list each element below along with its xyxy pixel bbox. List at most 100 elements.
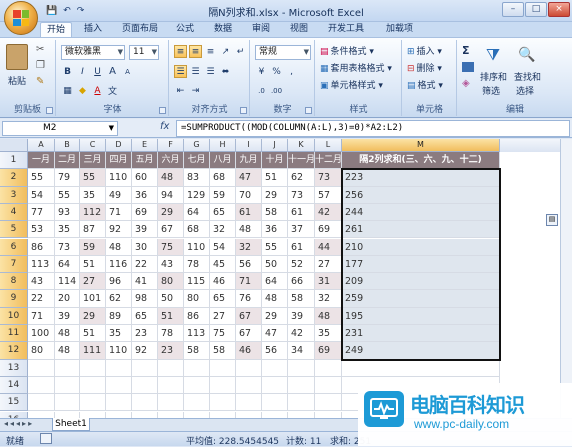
- font-color-icon[interactable]: A: [91, 84, 104, 97]
- align-bottom-icon[interactable]: ≡: [204, 45, 217, 58]
- cell-f12[interactable]: 23: [158, 342, 184, 360]
- cell-g14[interactable]: [184, 376, 210, 395]
- tab-insert[interactable]: 插入: [78, 22, 108, 38]
- decrease-indent-icon[interactable]: ⇤: [174, 84, 187, 97]
- tab-developer[interactable]: 开发工具: [322, 22, 370, 38]
- cell-d8[interactable]: 96: [106, 273, 132, 291]
- tab-view[interactable]: 视图: [284, 22, 314, 38]
- shrink-font-button[interactable]: A: [121, 65, 134, 78]
- cell-c14[interactable]: [80, 376, 106, 395]
- cell-d5[interactable]: 92: [106, 221, 132, 239]
- cell-e5[interactable]: 39: [132, 221, 158, 239]
- tab-formulas[interactable]: 公式: [170, 22, 200, 38]
- cell-f14[interactable]: [158, 376, 184, 395]
- cell-i13[interactable]: [236, 359, 262, 377]
- cell-k14[interactable]: [288, 376, 315, 395]
- cell-c10[interactable]: 29: [80, 307, 106, 325]
- cell-b7[interactable]: 64: [55, 255, 80, 274]
- cell-l2[interactable]: 73: [315, 169, 342, 187]
- cell-e6[interactable]: 30: [132, 238, 158, 256]
- cell-i1[interactable]: 九月: [236, 152, 262, 170]
- cell-g9[interactable]: 80: [184, 290, 210, 308]
- cell-h2[interactable]: 68: [210, 169, 236, 187]
- cell-h6[interactable]: 54: [210, 238, 236, 256]
- cell-g13[interactable]: [184, 359, 210, 377]
- cell-i8[interactable]: 71: [236, 273, 262, 291]
- cell-d3[interactable]: 49: [106, 186, 132, 204]
- tab-data[interactable]: 数据: [208, 22, 238, 38]
- cell-f8[interactable]: 80: [158, 273, 184, 291]
- name-box[interactable]: M2 ▼: [2, 121, 118, 136]
- cell-e10[interactable]: 65: [132, 307, 158, 325]
- cell-j11[interactable]: 47: [262, 325, 288, 343]
- row-header-12[interactable]: 12: [0, 342, 28, 360]
- cell-j1[interactable]: 十月: [262, 152, 288, 170]
- row-header-13[interactable]: 13: [0, 359, 28, 377]
- minimize-button[interactable]: –: [502, 2, 524, 17]
- cell-l7[interactable]: 27: [315, 255, 342, 274]
- sheet-tab-sheet1[interactable]: Sheet1: [52, 418, 90, 431]
- cell-c15[interactable]: [80, 394, 106, 412]
- sheet-nav-arrows[interactable]: ◂◂◂▸▸: [4, 419, 34, 428]
- font-name-select[interactable]: 微软雅黑 ▼: [61, 45, 125, 60]
- align-middle-icon[interactable]: ≡: [189, 45, 202, 58]
- cell-g11[interactable]: 113: [184, 325, 210, 343]
- cell-e8[interactable]: 41: [132, 273, 158, 291]
- cell-a7[interactable]: 113: [28, 255, 55, 274]
- clear-icon[interactable]: ◈: [462, 78, 470, 89]
- cell-i11[interactable]: 67: [236, 325, 262, 343]
- cell-l14[interactable]: [315, 376, 342, 395]
- format-painter-icon[interactable]: ✎: [36, 76, 44, 87]
- cell-d15[interactable]: [106, 394, 132, 412]
- cell-h9[interactable]: 65: [210, 290, 236, 308]
- find-select-label[interactable]: 查找和: [514, 70, 541, 83]
- cell-a9[interactable]: 22: [28, 290, 55, 308]
- cell-a3[interactable]: 54: [28, 186, 55, 204]
- cell-f5[interactable]: 67: [158, 221, 184, 239]
- bold-button[interactable]: B: [61, 65, 74, 78]
- sort-filter-label[interactable]: 排序和: [480, 70, 507, 83]
- cell-e7[interactable]: 22: [132, 255, 158, 274]
- cell-c8[interactable]: 27: [80, 273, 106, 291]
- grow-font-button[interactable]: A: [106, 65, 119, 78]
- comma-button[interactable]: ,: [285, 65, 298, 78]
- find-select-icon[interactable]: 🔍: [518, 44, 536, 66]
- row-header-2[interactable]: 2: [0, 169, 28, 187]
- cell-g7[interactable]: 78: [184, 255, 210, 274]
- cell-b5[interactable]: 35: [55, 221, 80, 239]
- percent-button[interactable]: %: [270, 65, 283, 78]
- cell-g5[interactable]: 68: [184, 221, 210, 239]
- cell-d12[interactable]: 110: [106, 342, 132, 360]
- cell-e4[interactable]: 69: [132, 203, 158, 222]
- cell-c12[interactable]: 111: [80, 342, 106, 360]
- cell-j7[interactable]: 50: [262, 255, 288, 274]
- cell-a13[interactable]: [28, 359, 55, 377]
- cell-h7[interactable]: 45: [210, 255, 236, 274]
- alignment-launcher[interactable]: [240, 107, 247, 114]
- decrease-decimal-icon[interactable]: .00: [270, 84, 283, 97]
- cell-c4[interactable]: 112: [80, 203, 106, 222]
- cell-b15[interactable]: [55, 394, 80, 412]
- cell-f2[interactable]: 48: [158, 169, 184, 187]
- cell-b6[interactable]: 73: [55, 238, 80, 256]
- cell-h4[interactable]: 65: [210, 203, 236, 222]
- align-right-icon[interactable]: ☰: [204, 65, 217, 78]
- font-size-select[interactable]: 11 ▼: [129, 45, 159, 60]
- cell-c3[interactable]: 35: [80, 186, 106, 204]
- tab-home[interactable]: 开始: [40, 22, 73, 38]
- cell-l3[interactable]: 57: [315, 186, 342, 204]
- cell-i10[interactable]: 67: [236, 307, 262, 325]
- cell-j6[interactable]: 55: [262, 238, 288, 256]
- cell-l9[interactable]: 32: [315, 290, 342, 308]
- delete-button[interactable]: ⊟ 删除 ▾: [407, 61, 442, 74]
- tab-review[interactable]: 审阅: [246, 22, 276, 38]
- font-launcher[interactable]: [159, 107, 166, 114]
- cell-k2[interactable]: 62: [288, 169, 315, 187]
- cell-h13[interactable]: [210, 359, 236, 377]
- cell-b3[interactable]: 55: [55, 186, 80, 204]
- clipboard-launcher[interactable]: [46, 107, 53, 114]
- office-button[interactable]: [4, 1, 38, 35]
- cell-b8[interactable]: 114: [55, 273, 80, 291]
- cell-b9[interactable]: 20: [55, 290, 80, 308]
- row-header-3[interactable]: 3: [0, 186, 28, 204]
